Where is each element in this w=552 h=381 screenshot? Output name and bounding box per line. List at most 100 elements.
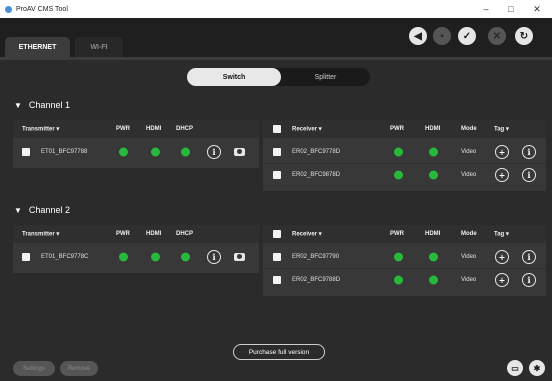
monitor-icon: ▭: [511, 363, 519, 373]
row-checkbox[interactable]: [22, 252, 30, 261]
row-checkbox[interactable]: [273, 276, 281, 284]
check-icon: ✓: [462, 30, 472, 42]
tag-sort-header[interactable]: Tag ▾: [494, 231, 509, 238]
hdmi-status-dot: [151, 147, 160, 156]
tab-wifi[interactable]: WI-FI: [75, 37, 123, 57]
table-row: ET01_BFC97788 i: [13, 140, 259, 163]
table-header: Receiver ▾ PWR HDMI Mode Tag ▾: [263, 225, 546, 243]
mode-switch-option[interactable]: Switch: [187, 68, 281, 86]
table-row: ER02_BFC9788D Video + i: [263, 268, 546, 291]
gear-icon: ✱: [533, 363, 541, 373]
col-hdmi: HDMI: [425, 231, 441, 237]
caret-down-icon: ▼: [14, 100, 22, 110]
mode-value: Video: [461, 148, 477, 155]
info-icon[interactable]: i: [207, 144, 221, 159]
device-name: ER02_BFC9778D: [292, 148, 341, 155]
transmitter-panel: Transmitter ▾ PWR HDMI DHCP ET01_BFC9778…: [13, 120, 259, 168]
mode-splitter-option[interactable]: Splitter: [281, 68, 370, 86]
purchase-button[interactable]: Purchase full version: [233, 344, 325, 360]
channel-title: Channel 1: [28, 100, 70, 110]
apply-button[interactable]: ✓: [458, 27, 476, 45]
info-icon[interactable]: i: [522, 168, 536, 182]
table-row: ER02_BFC9878D Video + i: [263, 163, 546, 186]
hdmi-status-dot: [429, 252, 438, 261]
info-icon[interactable]: i: [522, 144, 536, 159]
receiver-sort-header[interactable]: Receiver ▾: [292, 231, 322, 238]
receiver-sort-header[interactable]: Receiver ▾: [292, 126, 322, 133]
col-dhcp: DHCP: [176, 126, 194, 132]
col-hdmi: HDMI: [146, 126, 162, 132]
maximize-button[interactable]: □: [500, 0, 522, 18]
row-checkbox[interactable]: [22, 147, 30, 156]
close-window-button[interactable]: ✕: [526, 0, 548, 18]
mode-value: Video: [461, 253, 477, 260]
caret-down-icon: ▼: [14, 205, 22, 215]
delete-button[interactable]: ▪: [433, 27, 451, 45]
device-name: ER02_BFC9788D: [292, 277, 341, 283]
col-pwr: PWR: [116, 231, 130, 237]
device-name: ET01_BFC97788: [41, 148, 88, 155]
add-tag-icon[interactable]: +: [495, 273, 509, 287]
table-row: ER02_BFC97790 Video + i: [263, 245, 546, 268]
monitor-button[interactable]: ▭: [507, 360, 523, 376]
close-icon: ✕: [492, 30, 502, 42]
row-checkbox[interactable]: [273, 147, 281, 156]
pwr-status-dot: [394, 252, 403, 261]
select-all-checkbox[interactable]: [273, 230, 281, 238]
device-name: ER02_BFC97790: [292, 253, 340, 260]
col-pwr: PWR: [116, 126, 130, 132]
refresh-button[interactable]: ↻: [515, 27, 533, 45]
col-mode: Mode: [461, 126, 477, 132]
select-all-checkbox[interactable]: [273, 125, 281, 133]
hdmi-status-dot: [151, 252, 160, 261]
info-icon[interactable]: i: [522, 273, 536, 287]
camera-icon[interactable]: [234, 252, 245, 261]
row-checkbox[interactable]: [273, 252, 281, 261]
main-content: Switch Splitter ▼ Channel 1 Transmitter …: [0, 60, 552, 381]
announce-button[interactable]: ◀: [409, 27, 427, 45]
remove-button[interactable]: Remove: [60, 361, 98, 376]
dhcp-status-dot: [181, 147, 190, 156]
trash-icon: ▪: [440, 30, 444, 42]
col-hdmi: HDMI: [425, 126, 441, 132]
row-checkbox[interactable]: [273, 171, 281, 179]
refresh-icon: ↻: [519, 30, 529, 42]
device-name: ET01_BFC9778C: [41, 253, 89, 260]
tab-ethernet[interactable]: ETHERNET: [5, 37, 70, 57]
col-hdmi: HDMI: [146, 231, 162, 237]
settings-gear-button[interactable]: ✱: [529, 360, 545, 376]
add-tag-icon[interactable]: +: [495, 144, 509, 159]
camera-icon[interactable]: [234, 147, 245, 156]
dhcp-status-dot: [181, 252, 190, 261]
receiver-panel: Receiver ▾ PWR HDMI Mode Tag ▾ ER02_BFC9…: [263, 120, 546, 191]
pwr-status-dot: [394, 170, 403, 180]
table-row: ER02_BFC9778D Video + i: [263, 140, 546, 163]
app-header: ETHERNET WI-FI ◀ ▪ ✓ ✕ ↻: [0, 18, 552, 60]
col-dhcp: DHCP: [176, 231, 194, 237]
pwr-status-dot: [394, 275, 403, 285]
mode-value: Video: [461, 277, 477, 283]
receiver-panel: Receiver ▾ PWR HDMI Mode Tag ▾ ER02_BFC9…: [263, 225, 546, 296]
info-icon[interactable]: i: [207, 249, 221, 264]
add-tag-icon[interactable]: +: [495, 249, 509, 264]
transmitter-sort-header[interactable]: Transmitter ▾: [22, 231, 59, 238]
cancel-button[interactable]: ✕: [488, 27, 506, 45]
col-pwr: PWR: [390, 231, 404, 237]
col-pwr: PWR: [390, 126, 404, 132]
channel-1-header[interactable]: ▼ Channel 1: [14, 100, 70, 110]
add-tag-icon[interactable]: +: [495, 168, 509, 182]
tag-sort-header[interactable]: Tag ▾: [494, 126, 509, 133]
hdmi-status-dot: [429, 275, 438, 285]
device-name: ER02_BFC9878D: [292, 172, 341, 178]
mode-toggle: Switch Splitter: [187, 68, 370, 86]
app-logo-icon: [5, 5, 12, 13]
window-title: ProAV CMS Tool: [16, 5, 68, 13]
table-header: Transmitter ▾ PWR HDMI DHCP: [13, 120, 259, 138]
minimize-button[interactable]: –: [475, 0, 497, 18]
channel-2-header[interactable]: ▼ Channel 2: [14, 205, 70, 215]
transmitter-sort-header[interactable]: Transmitter ▾: [22, 126, 59, 133]
col-mode: Mode: [461, 231, 477, 237]
info-icon[interactable]: i: [522, 249, 536, 264]
table-header: Transmitter ▾ PWR HDMI DHCP: [13, 225, 259, 243]
settings-button[interactable]: Settings: [13, 361, 55, 376]
